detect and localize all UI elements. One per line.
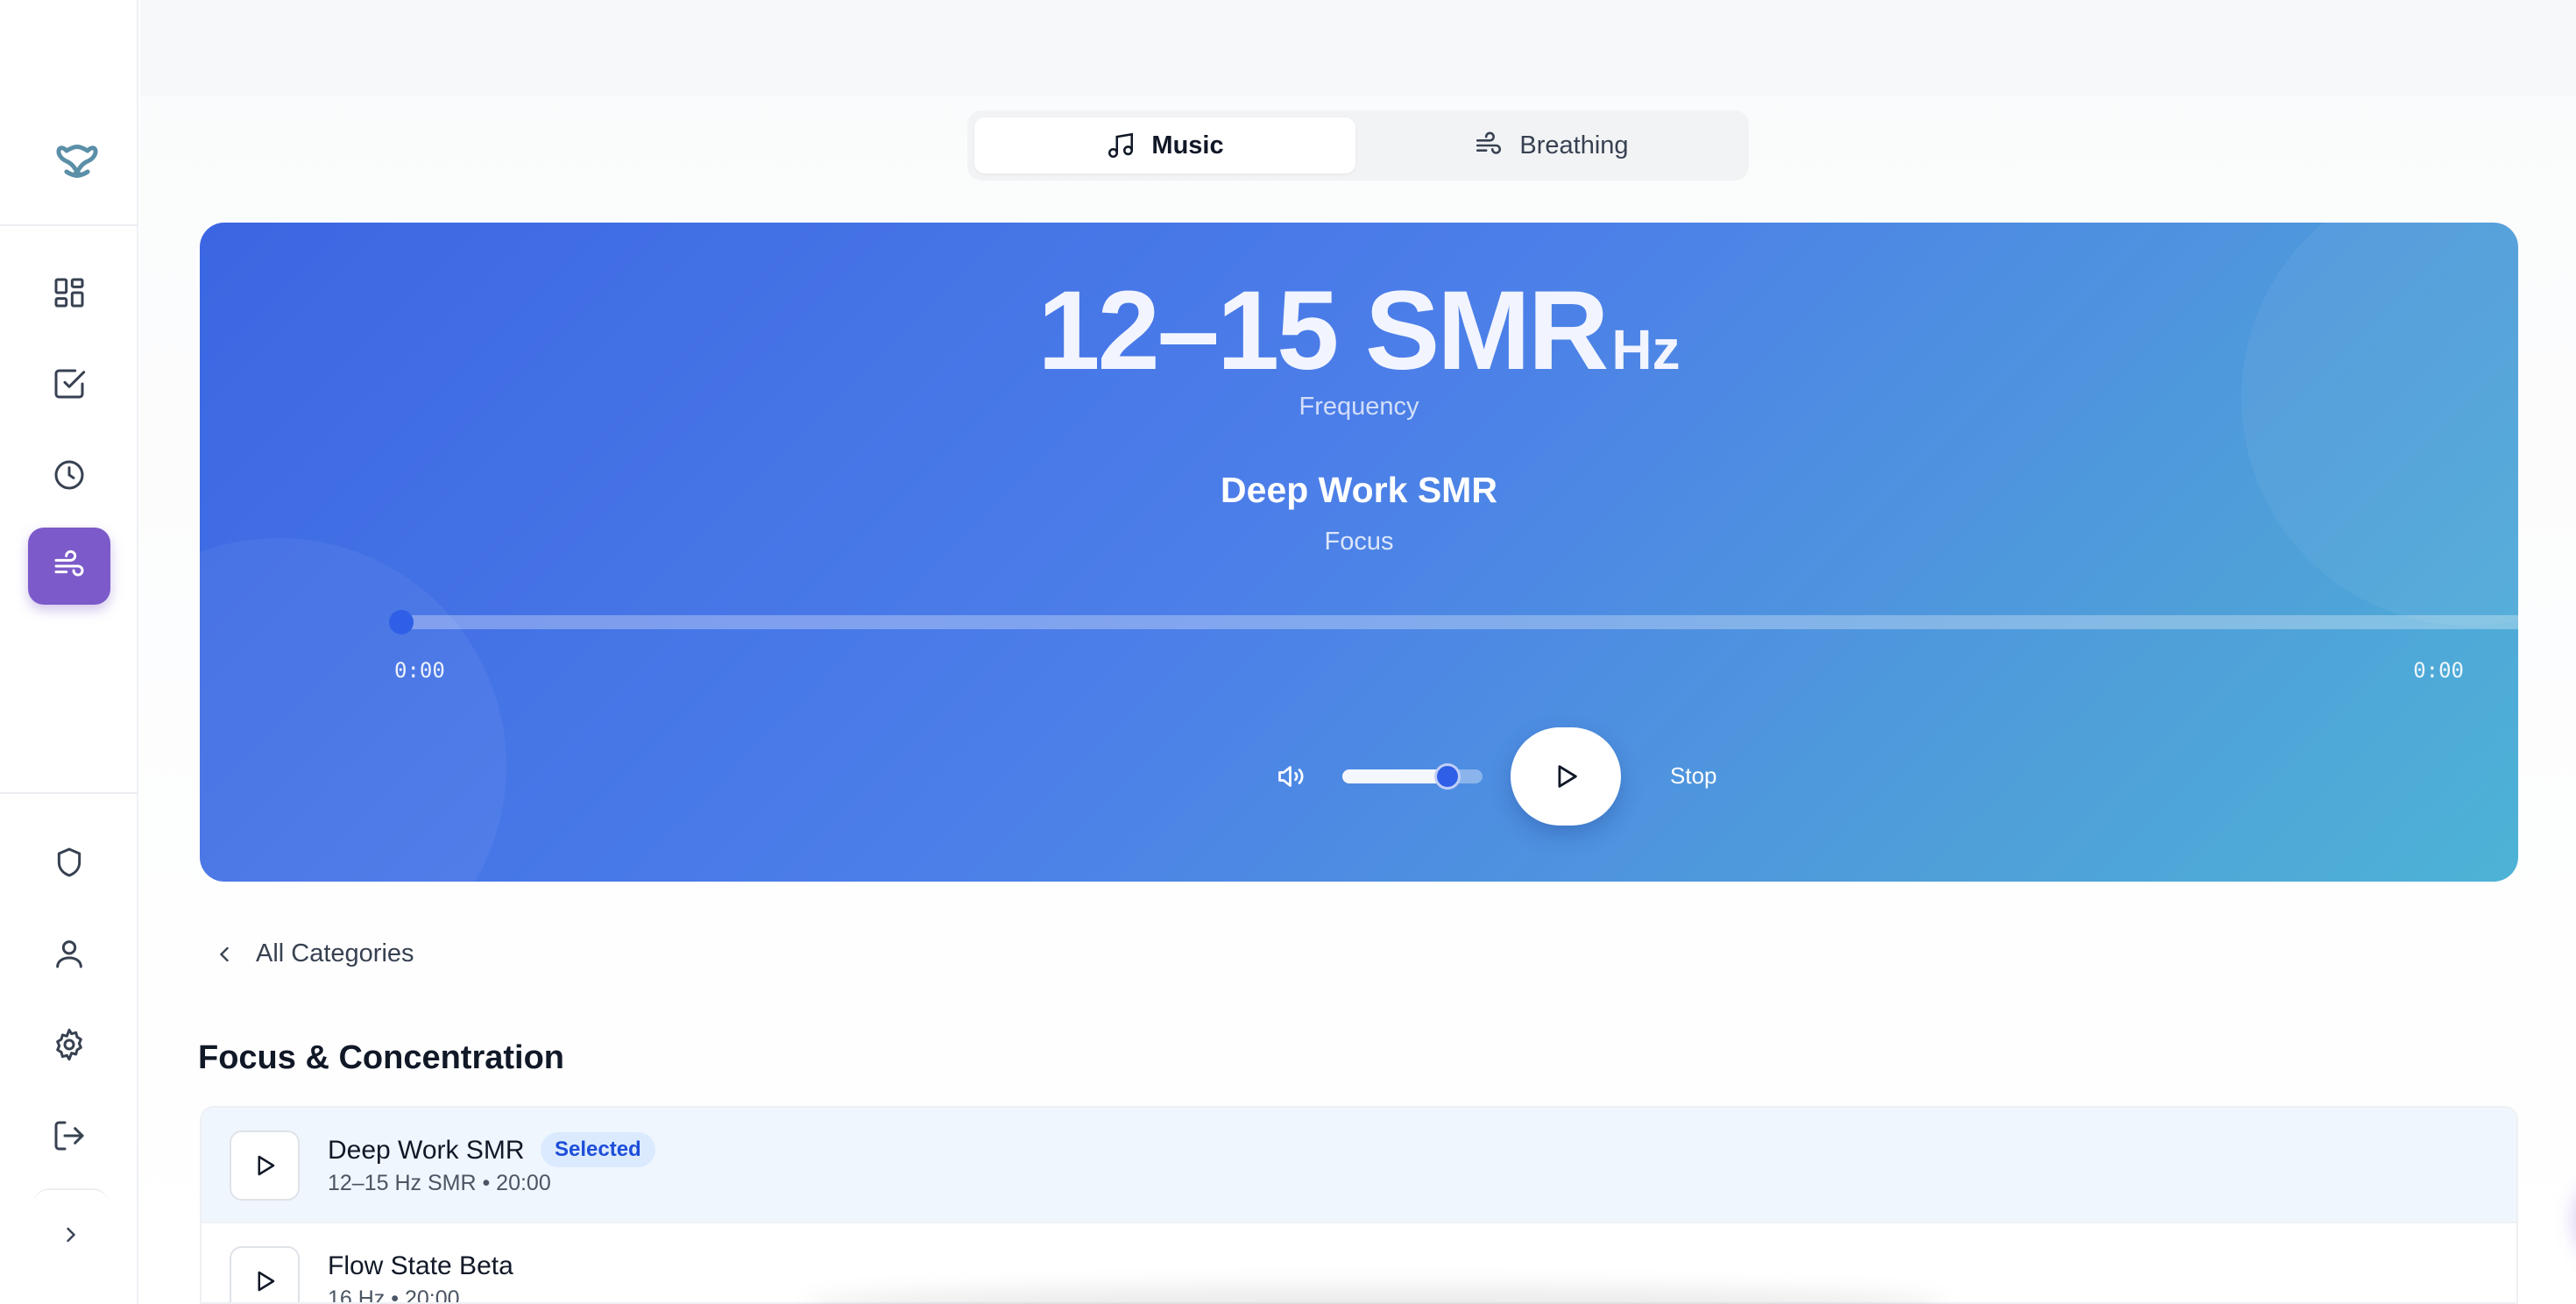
row-play-button[interactable] xyxy=(230,1246,300,1302)
clock-icon xyxy=(54,460,84,490)
sidebar-item-settings[interactable] xyxy=(28,1006,110,1083)
play-icon xyxy=(258,1271,275,1292)
sidebar-expand-button[interactable] xyxy=(33,1188,109,1279)
volume-slider[interactable] xyxy=(1342,763,1483,790)
wind-icon xyxy=(54,549,84,577)
top-bar xyxy=(140,0,2576,96)
selected-badge: Selected xyxy=(541,1132,655,1167)
play-button[interactable] xyxy=(1511,727,1621,826)
back-label: All Categories xyxy=(256,939,414,967)
tab-breathing-label: Breathing xyxy=(1519,131,1629,159)
play-icon xyxy=(258,1155,275,1176)
sidebar-item-profile[interactable] xyxy=(28,915,110,992)
track-meta: 12–15 Hz SMR • 20:00 xyxy=(328,1171,551,1195)
decorative-circle xyxy=(200,538,506,882)
tab-breathing[interactable]: Breathing xyxy=(1361,117,1742,174)
track-title: Deep Work SMR xyxy=(1221,470,1497,510)
duration-time: 0:00 xyxy=(2413,658,2464,683)
section-title: Focus & Concentration xyxy=(198,1039,565,1076)
sidebar-item-dashboard[interactable] xyxy=(28,254,110,331)
sidebar-item-tasks[interactable] xyxy=(28,345,110,422)
chevron-right-icon xyxy=(67,1227,76,1243)
frequency-value: 12–15 SMR xyxy=(1037,268,1609,393)
track-category: Focus xyxy=(1324,528,1394,556)
music-note-icon xyxy=(1108,132,1134,159)
frequency-label: Frequency xyxy=(1299,393,1419,421)
dashboard-icon xyxy=(54,278,84,308)
volume-handle[interactable] xyxy=(1434,763,1461,790)
track-list: Deep Work SMR Selected 12–15 Hz SMR • 20… xyxy=(200,1106,2518,1304)
volume-fill xyxy=(1342,769,1447,783)
track-title: Flow State Beta xyxy=(328,1251,513,1280)
list-item[interactable]: Deep Work SMR Selected 12–15 Hz SMR • 20… xyxy=(202,1108,2516,1222)
sidebar xyxy=(0,0,138,1304)
sidebar-item-sounds[interactable] xyxy=(28,528,110,605)
back-to-categories[interactable]: All Categories xyxy=(212,939,414,968)
row-play-button[interactable] xyxy=(230,1130,300,1201)
user-icon xyxy=(56,940,82,968)
progress-handle[interactable] xyxy=(389,610,414,634)
checklist-icon xyxy=(54,369,86,399)
sidebar-divider xyxy=(0,792,138,794)
track-meta: 16 Hz • 20:00 xyxy=(328,1286,460,1304)
volume-icon[interactable] xyxy=(1276,761,1307,792)
tab-music[interactable]: Music xyxy=(974,117,1355,174)
gear-icon xyxy=(56,1028,82,1061)
tab-music-label: Music xyxy=(1151,131,1224,159)
frequency-unit: Hz xyxy=(1611,318,1681,381)
logout-icon xyxy=(54,1121,84,1151)
chevron-left-icon xyxy=(219,946,229,961)
sidebar-divider xyxy=(0,224,138,226)
main-content: Music Breathing 12–15 SMRHz Frequency De… xyxy=(140,0,2576,1304)
player-card: 12–15 SMRHz Frequency Deep Work SMR Focu… xyxy=(200,223,2518,882)
mode-tabs: Music Breathing xyxy=(967,110,1749,181)
track-title: Deep Work SMR xyxy=(328,1136,525,1165)
shield-icon xyxy=(57,847,81,877)
wind-icon xyxy=(1476,131,1502,154)
progress-bar[interactable] xyxy=(389,610,2518,634)
play-icon xyxy=(1558,765,1577,788)
elapsed-time: 0:00 xyxy=(394,658,445,683)
sidebar-item-privacy[interactable] xyxy=(28,824,110,901)
sidebar-item-logout[interactable] xyxy=(28,1097,110,1174)
sidebar-item-history[interactable] xyxy=(28,436,110,514)
frequency-display: 12–15 SMRHz xyxy=(200,266,2518,395)
stop-button[interactable]: Stop xyxy=(1670,762,1717,790)
logo-icon[interactable] xyxy=(49,133,105,189)
